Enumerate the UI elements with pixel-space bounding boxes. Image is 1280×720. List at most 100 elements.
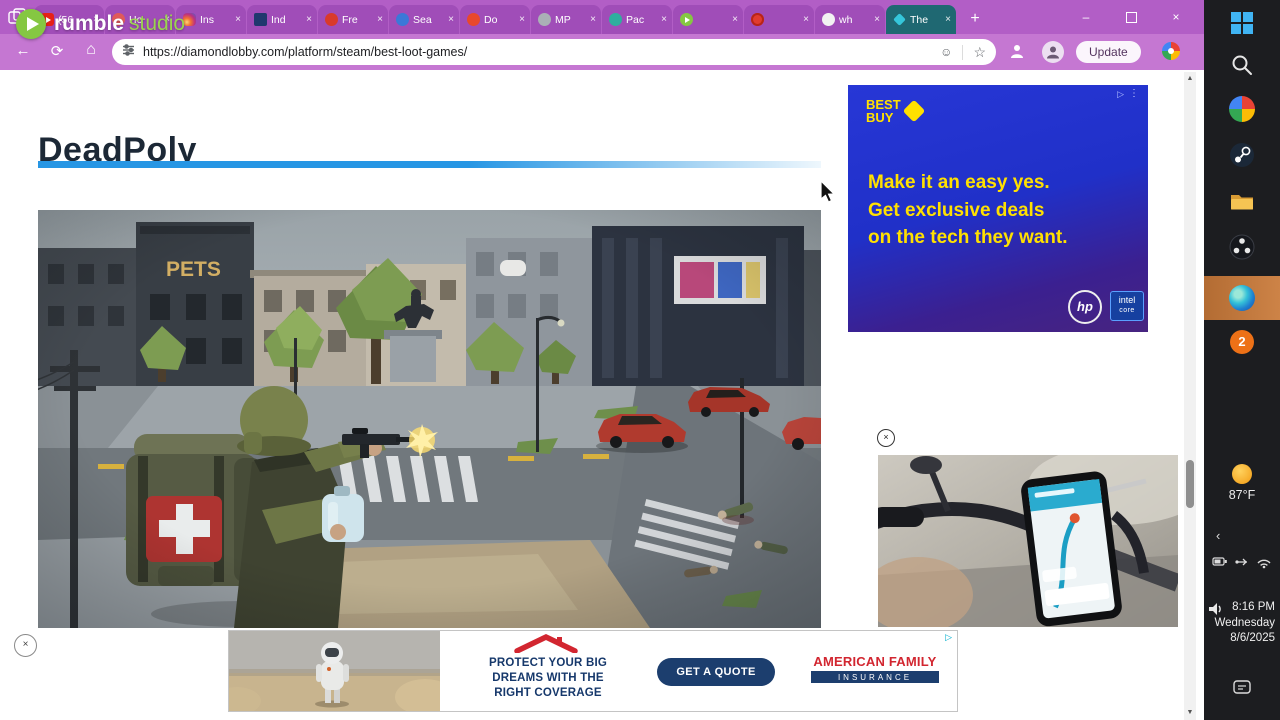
taskbar-clock[interactable]: 8:16 PM Wednesday 8/6/2025: [1214, 600, 1275, 647]
tab-close-icon[interactable]: ×: [874, 14, 880, 25]
close-banner-ad-icon[interactable]: ×: [14, 634, 37, 657]
insurance-banner-ad[interactable]: PROTECT YOUR BIG DREAMS WITH THE RIGHT C…: [228, 630, 958, 712]
get-a-quote-button[interactable]: GET A QUOTE: [657, 658, 775, 686]
banner-photo: [229, 631, 440, 711]
steam-icon[interactable]: [1229, 142, 1255, 168]
weather-temperature[interactable]: 87°F: [1204, 488, 1280, 502]
tab-close-icon[interactable]: ×: [519, 14, 525, 25]
ad-menu-icon[interactable]: ⋮: [1129, 88, 1139, 99]
motorcycle-phone-ad[interactable]: [878, 455, 1178, 627]
browser-tab[interactable]: Fre ×: [318, 5, 388, 34]
usb-icon[interactable]: [1234, 554, 1250, 574]
close-ad-icon[interactable]: ×: [877, 429, 895, 447]
clock-time: 8:16 PM: [1232, 601, 1275, 613]
tab-label: Ind: [271, 13, 286, 26]
page-scrollbar[interactable]: [1184, 72, 1196, 720]
banner-headline: PROTECT YOUR BIG DREAMS WITH THE RIGHT C…: [468, 656, 628, 701]
tab-close-icon[interactable]: ×: [732, 14, 738, 25]
tab-close-icon[interactable]: ×: [306, 14, 312, 25]
tab-close-icon[interactable]: ×: [377, 14, 383, 25]
file-explorer-icon[interactable]: [1229, 188, 1255, 214]
intel-badge-line2: core: [1119, 307, 1135, 314]
battery-icon[interactable]: [1212, 554, 1228, 574]
tab-close-icon[interactable]: ×: [945, 14, 951, 25]
hp-logo: hp: [1068, 290, 1102, 324]
intel-core-badge: intel core: [1110, 291, 1144, 321]
browser-tab[interactable]: Do ×: [460, 5, 530, 34]
weather-sun-icon[interactable]: [1232, 464, 1252, 484]
heading-underline: [38, 161, 821, 168]
browser-tab[interactable]: ×: [744, 5, 814, 34]
refresh-button[interactable]: ⟳: [46, 42, 68, 60]
wifi-icon[interactable]: [1256, 554, 1272, 574]
feedback-smiley-icon[interactable]: ☺: [940, 45, 952, 59]
clock-date: 8/6/2025: [1230, 632, 1275, 644]
scrollbar-up-icon[interactable]: ▲: [1184, 72, 1196, 86]
back-button[interactable]: ←: [12, 42, 34, 59]
tab-close-icon[interactable]: ×: [803, 14, 809, 25]
browser-tab[interactable]: MP ×: [531, 5, 601, 34]
rumble-favicon: [680, 13, 693, 26]
close-window-button[interactable]: ×: [1153, 0, 1199, 34]
browser-essentials-icon[interactable]: [1008, 42, 1026, 65]
tray-chevron-icon[interactable]: ‹: [1216, 528, 1220, 543]
adchoices-icon[interactable]: ▷: [945, 632, 952, 643]
edge-icon[interactable]: [1229, 285, 1255, 311]
browser-tab[interactable]: ×: [673, 5, 743, 34]
home-button[interactable]: ⌂: [80, 41, 102, 59]
obs-icon[interactable]: [1229, 234, 1255, 260]
tab-label: wh: [839, 13, 853, 26]
favorites-star-icon[interactable]: ☆: [973, 44, 986, 61]
rumble-brand-bold: rumble: [54, 12, 125, 35]
tab-favicon: [325, 13, 338, 26]
browser-tab[interactable]: Pac ×: [602, 5, 672, 34]
bestbuy-tag-icon: [902, 99, 926, 123]
tab-favicon: [609, 13, 622, 26]
notification-center-icon[interactable]: [1232, 678, 1252, 703]
start-button-icon[interactable]: [1229, 10, 1255, 36]
tab-close-icon[interactable]: ×: [448, 14, 454, 25]
tab-close-icon[interactable]: ×: [661, 14, 667, 25]
mouse-cursor: [820, 179, 837, 209]
tab-label: Fre: [342, 13, 358, 26]
bestbuy-headline-line3: on the tech they want.: [868, 227, 1068, 248]
amfam-logo-insurance: INSURANCE: [811, 671, 939, 683]
extension-pinwheel-icon[interactable]: [1162, 42, 1180, 60]
bestbuy-headline-line1: Make it an easy yes.: [868, 172, 1050, 193]
tab-close-icon[interactable]: ×: [590, 14, 596, 25]
bestbuy-headline: Make it an easy yes. Get exclusive deals…: [868, 169, 1132, 252]
tab-favicon: [467, 13, 480, 26]
maximize-button[interactable]: [1108, 0, 1154, 34]
bestbuy-ad[interactable]: BEST BUY ▷ ⋮ Make it an easy yes. Get ex…: [848, 85, 1148, 332]
tab-label: Sea: [413, 13, 432, 26]
browser-tab-active[interactable]: The ×: [886, 5, 956, 34]
browser-tab[interactable]: wh ×: [815, 5, 885, 34]
tab-label: The: [910, 13, 929, 26]
profile-avatar[interactable]: [1042, 41, 1064, 63]
banner-headline-line3: RIGHT COVERAGE: [494, 687, 602, 699]
browser-tab[interactable]: Ind ×: [247, 5, 317, 34]
search-icon[interactable]: [1229, 52, 1255, 78]
tab-close-icon[interactable]: ×: [235, 14, 241, 25]
banner-headline-line2: DREAMS WITH THE: [492, 672, 604, 684]
address-divider: [962, 44, 964, 60]
update-button[interactable]: Update: [1076, 41, 1141, 63]
adchoices-icon[interactable]: ▷: [1117, 89, 1124, 100]
intel-badge-line1: intel: [1118, 295, 1136, 305]
amfam-logo: AMERICAN FAMILY INSURANCE: [811, 654, 939, 683]
browser-tab[interactable]: Ins ×: [176, 5, 246, 34]
site-permissions-icon[interactable]: [122, 43, 135, 61]
windows-taskbar: 2 87°F ‹ 8:16 PM Wednesday 8/6/2025: [1204, 0, 1280, 720]
system-tray: [1212, 554, 1272, 574]
scrollbar-thumb[interactable]: [1186, 460, 1194, 508]
new-tab-button[interactable]: +: [962, 7, 988, 31]
colorful-app-icon[interactable]: [1229, 96, 1255, 122]
screen: (56 × Ho × Ins × Ind × Fre × Sea × Do × MP × Pac…: [0, 0, 1280, 720]
address-bar[interactable]: https://diamondlobby.com/platform/steam/…: [112, 39, 996, 65]
minimize-button[interactable]: –: [1063, 0, 1109, 34]
browser-tab[interactable]: Sea ×: [389, 5, 459, 34]
tab-label: Ins: [200, 13, 215, 26]
bestbuy-logo: BEST BUY: [866, 98, 901, 124]
notification-badge[interactable]: 2: [1230, 330, 1254, 354]
scrollbar-down-icon[interactable]: ▼: [1184, 706, 1196, 720]
